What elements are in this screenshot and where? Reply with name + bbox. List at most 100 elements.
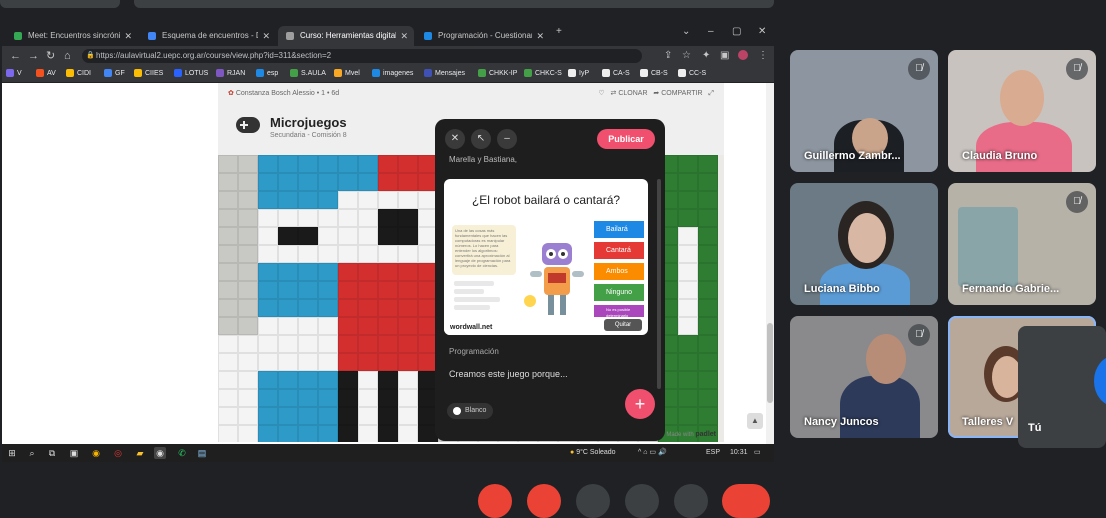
tab-course[interactable]: Curso: Herramientas digitales lúd ✕: [278, 26, 414, 46]
self-tile[interactable]: Tú: [1018, 326, 1106, 448]
close-icon[interactable]: ✕: [400, 26, 408, 46]
heart-icon[interactable]: ♡: [598, 90, 604, 97]
participant-tile[interactable]: 🎙̸ Nancy Juncos: [790, 316, 938, 438]
language-indicator[interactable]: ESP: [706, 447, 720, 459]
extensions-icon[interactable]: ✦: [702, 50, 710, 62]
participant-tile[interactable]: 🎙̸ Fernando Gabrie...: [948, 183, 1096, 305]
mic-button[interactable]: [478, 484, 512, 518]
scroll-up-button[interactable]: ▲: [747, 413, 763, 429]
clock[interactable]: 10:31: [730, 447, 748, 459]
app-icon[interactable]: ▤: [196, 447, 208, 459]
clone-button[interactable]: ⇄ CLONAR: [611, 90, 648, 97]
menu-icon[interactable]: ⋮: [758, 50, 768, 62]
wall-tile: [358, 209, 378, 227]
star-icon[interactable]: ☆: [682, 50, 691, 62]
address-bar[interactable]: 🔒 https://aulavirtual2.uepc.org.ar/cours…: [82, 49, 642, 63]
color-selector[interactable]: Blanco: [447, 403, 493, 419]
wall-tile: [698, 407, 718, 425]
bookmark[interactable]: esp: [256, 68, 278, 80]
reaction-button[interactable]: [625, 484, 659, 518]
wall-tile: [678, 389, 698, 407]
present-button[interactable]: [674, 484, 708, 518]
bookmark[interactable]: IyP: [568, 68, 589, 80]
weather-widget[interactable]: ● 9°C Soleado: [570, 447, 616, 459]
participant-tile[interactable]: 🎙̸ Guillermo Zambr...: [790, 50, 938, 172]
answer-option[interactable]: No es posible determinarlo: [594, 305, 644, 318]
minimize-icon[interactable]: –: [708, 26, 714, 37]
bookmark[interactable]: LOTUS: [174, 68, 208, 80]
bookmark[interactable]: CC-S: [678, 68, 706, 80]
windows-start-icon[interactable]: ⊞: [6, 447, 18, 459]
opera-icon[interactable]: ◎: [112, 447, 124, 459]
sidepanel-icon[interactable]: ▣: [720, 50, 729, 62]
leave-call-button[interactable]: [722, 484, 770, 518]
quiz-icon: [424, 32, 432, 40]
bookmark[interactable]: imagenes: [372, 68, 413, 80]
post-body-text[interactable]: Creamos este juego porque...: [449, 369, 568, 379]
tab-docs[interactable]: Esquema de encuentros - Docum ✕: [140, 26, 276, 46]
share-icon[interactable]: ⇪: [664, 50, 672, 62]
external-link-icon[interactable]: ⤢: [708, 90, 714, 97]
add-attachment-button[interactable]: +: [625, 389, 655, 419]
answer-option[interactable]: Ambos: [594, 263, 644, 280]
close-icon[interactable]: ✕: [124, 26, 132, 46]
bookmark[interactable]: RJAN: [216, 68, 245, 80]
close-icon[interactable]: ✕: [536, 26, 544, 46]
wall-tile: [698, 299, 718, 317]
folder-icon[interactable]: ▰: [134, 447, 146, 459]
camera-button[interactable]: [527, 484, 561, 518]
wall-tile: [678, 353, 698, 371]
search-icon[interactable]: ⌕: [26, 447, 38, 459]
bookmark[interactable]: Mensajes: [424, 68, 465, 80]
maximize-icon[interactable]: ▢: [732, 26, 741, 37]
answer-option[interactable]: Ninguno: [594, 284, 644, 301]
modal-scrollbar[interactable]: [657, 179, 661, 389]
app-icon[interactable]: ▣: [68, 447, 80, 459]
window-close-icon[interactable]: ✕: [758, 26, 766, 37]
bookmark[interactable]: CIIES: [134, 68, 163, 80]
notifications-icon[interactable]: ▭: [754, 447, 761, 459]
remove-embed-button[interactable]: Quitar: [604, 319, 642, 331]
profile-avatar[interactable]: [738, 50, 748, 60]
task-view-icon[interactable]: ⧉: [46, 447, 58, 459]
tab-search-icon[interactable]: ⌄: [682, 26, 690, 37]
captions-button[interactable]: [576, 484, 610, 518]
forward-icon[interactable]: →: [28, 49, 39, 63]
home-icon[interactable]: ⌂: [64, 49, 71, 63]
bookmark[interactable]: V: [6, 68, 22, 80]
bookmark[interactable]: CA-S: [602, 68, 630, 80]
wall-tile: [398, 317, 418, 335]
wall-tile: [338, 173, 358, 191]
answer-option[interactable]: Cantará: [594, 242, 644, 259]
bookmark[interactable]: AV: [36, 68, 56, 80]
close-icon[interactable]: ✕: [262, 26, 270, 46]
tab-meet[interactable]: Meet: Encuentros sincrónicos ✕: [6, 26, 138, 46]
bookmark[interactable]: GF: [104, 68, 125, 80]
minimize-icon[interactable]: –: [497, 129, 517, 149]
publish-button[interactable]: Publicar: [597, 129, 655, 149]
chrome-active-icon[interactable]: ◉: [154, 447, 166, 459]
mic-off-icon: 🎙̸: [1066, 58, 1088, 80]
bookmark[interactable]: CHKK-IP: [478, 68, 517, 80]
whatsapp-icon[interactable]: ✆: [176, 447, 188, 459]
participant-tile[interactable]: Luciana Bibbo: [790, 183, 938, 305]
close-icon[interactable]: ✕: [445, 129, 465, 149]
bookmark[interactable]: CHKC-S: [524, 68, 562, 80]
tray-icons[interactable]: ^ ⌂ ▭ 🔊: [638, 447, 667, 459]
bookmark[interactable]: S.AULA: [290, 68, 326, 80]
bookmark[interactable]: CIDI: [66, 68, 91, 80]
tab-quiz[interactable]: Programación - Cuestionario ✕: [416, 26, 550, 46]
expand-icon[interactable]: ↖: [471, 129, 491, 149]
bookmark[interactable]: Mvel: [334, 68, 360, 80]
answer-option[interactable]: Bailará: [594, 221, 644, 238]
share-button[interactable]: ➦ COMPARTIR: [653, 90, 702, 97]
back-icon[interactable]: ←: [10, 49, 21, 63]
reload-icon[interactable]: ↻: [46, 49, 55, 63]
page-scrollbar[interactable]: [766, 83, 774, 444]
chrome-icon[interactable]: ◉: [90, 447, 102, 459]
new-tab-icon[interactable]: +: [556, 26, 562, 37]
wordwall-embed[interactable]: ¿El robot bailará o cantará? Una de las …: [444, 179, 648, 335]
bookmark[interactable]: CB-S: [640, 68, 668, 80]
participant-tile[interactable]: 🎙̸ Claudia Bruno: [948, 50, 1096, 172]
wall-tile: [318, 299, 338, 317]
